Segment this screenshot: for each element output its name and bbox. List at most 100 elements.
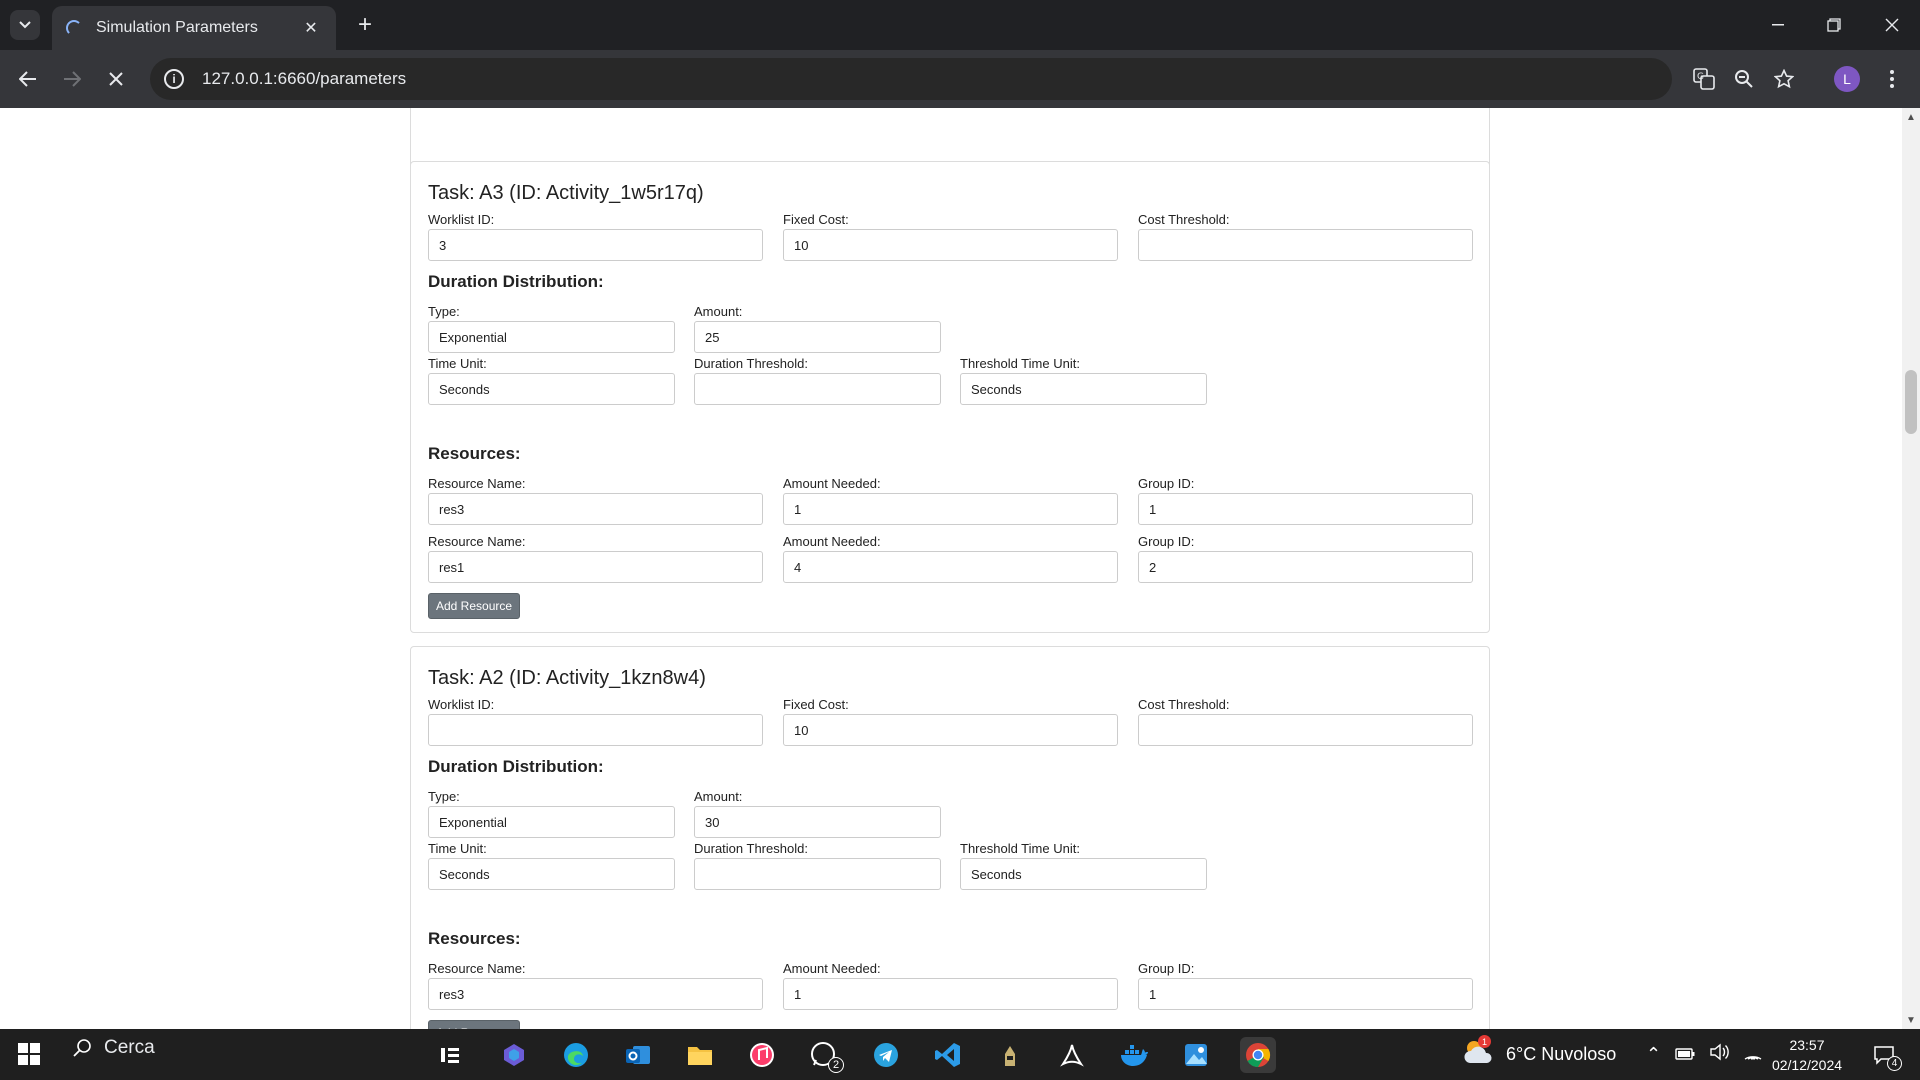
- worklist-label: Worklist ID:: [428, 212, 495, 227]
- itunes-icon[interactable]: [744, 1037, 780, 1073]
- tab-strip: Simulation Parameters ✕ +: [0, 0, 1920, 50]
- restore-icon[interactable]: [1806, 0, 1862, 50]
- clock-date: 02/12/2024: [1771, 1057, 1843, 1073]
- menu-kebab-icon[interactable]: [1876, 63, 1908, 95]
- scroll-up-icon[interactable]: ▲: [1902, 110, 1920, 124]
- bookmark-star-icon[interactable]: [1768, 63, 1800, 95]
- windows-taskbar: Cerca 2 1 6°C Nuvoloso ⌃ 23:57 02/12/202…: [0, 1029, 1920, 1080]
- tab-close-icon[interactable]: ✕: [300, 17, 322, 39]
- add-resource-button[interactable]: Add Resource: [428, 593, 521, 619]
- type-select[interactable]: Exponential: [428, 321, 675, 353]
- telegram-icon[interactable]: [868, 1037, 904, 1073]
- new-tab-icon[interactable]: +: [352, 11, 378, 38]
- task-title: Task: A3 (ID: Activity_1w5r17q): [428, 182, 704, 204]
- amount-input[interactable]: 25: [694, 321, 941, 353]
- address-bar[interactable]: i 127.0.0.1:6660/parameters: [150, 58, 1672, 100]
- scroll-thumb[interactable]: [1905, 370, 1917, 434]
- fixed-cost-input[interactable]: 10: [783, 714, 1118, 746]
- system-clock[interactable]: 23:57 02/12/2024: [1752, 1035, 1862, 1075]
- type-select[interactable]: Exponential: [428, 806, 675, 838]
- time-unit-label: Time Unit:: [428, 356, 487, 371]
- tab-search-button[interactable]: [10, 10, 40, 40]
- duration-threshold-input[interactable]: [694, 373, 941, 405]
- copilot-icon[interactable]: [496, 1037, 532, 1073]
- browser-tab[interactable]: Simulation Parameters ✕: [52, 6, 336, 50]
- minimize-icon[interactable]: [1750, 0, 1806, 50]
- chevron-up-icon[interactable]: ⌃: [1646, 1044, 1661, 1065]
- amount-label: Amount:: [694, 304, 743, 319]
- cost-threshold-label: Cost Threshold:: [1138, 697, 1230, 712]
- taskbar-search[interactable]: Cerca: [72, 1037, 155, 1059]
- resource-name-label: Resource Name:: [428, 534, 526, 549]
- whatsapp-icon[interactable]: 2: [806, 1037, 844, 1073]
- duration-distribution-title: Duration Distribution:: [428, 757, 604, 776]
- loading-spinner-icon: [66, 20, 82, 36]
- fixed-cost-input[interactable]: 10: [783, 229, 1118, 261]
- windows-start-icon[interactable]: [18, 1043, 40, 1065]
- amount-needed-input[interactable]: 1: [783, 493, 1118, 525]
- zoom-icon[interactable]: [1728, 63, 1760, 95]
- cost-threshold-input[interactable]: [1138, 714, 1473, 746]
- group-id-input[interactable]: 1: [1138, 493, 1473, 525]
- forward-icon[interactable]: [56, 63, 88, 95]
- stop-loading-icon[interactable]: [100, 63, 132, 95]
- site-info-icon[interactable]: i: [164, 69, 184, 89]
- file-explorer-icon[interactable]: [682, 1037, 718, 1073]
- search-icon: [73, 1039, 91, 1057]
- duration-threshold-label: Duration Threshold:: [694, 356, 808, 371]
- vscode-icon[interactable]: [930, 1037, 966, 1073]
- notifications-badge: 4: [1887, 1056, 1902, 1071]
- add-resource-button[interactable]: Add Resource: [428, 1020, 521, 1029]
- app-figure-icon[interactable]: [992, 1037, 1028, 1073]
- outlook-icon[interactable]: [620, 1037, 656, 1073]
- window-close-icon[interactable]: [1864, 0, 1920, 50]
- docker-icon[interactable]: [1116, 1037, 1152, 1073]
- amount-input[interactable]: 30: [694, 806, 941, 838]
- task-card-a2: Task: A2 (ID: Activity_1kzn8w4) Worklist…: [410, 646, 1490, 1029]
- duration-threshold-label: Duration Threshold:: [694, 841, 808, 856]
- photos-app-icon[interactable]: [1178, 1037, 1214, 1073]
- page-viewport: Add Resource Task: A3 (ID: Activity_1w5r…: [0, 108, 1902, 1029]
- chrome-icon[interactable]: [1240, 1037, 1276, 1073]
- amount-needed-label: Amount Needed:: [783, 476, 881, 491]
- resource-name-label: Resource Name:: [428, 961, 526, 976]
- amount-needed-input[interactable]: 1: [783, 978, 1118, 1010]
- fixed-cost-label: Fixed Cost:: [783, 697, 849, 712]
- resource-name-input[interactable]: res3: [428, 493, 763, 525]
- translate-icon[interactable]: G: [1688, 63, 1720, 95]
- group-id-input[interactable]: 2: [1138, 551, 1473, 583]
- time-unit-select[interactable]: Seconds: [428, 373, 675, 405]
- group-id-label: Group ID:: [1138, 476, 1195, 491]
- amount-needed-input[interactable]: 4: [783, 551, 1118, 583]
- threshold-time-unit-select[interactable]: Seconds: [960, 858, 1207, 890]
- worklist-input[interactable]: 3: [428, 229, 763, 261]
- task-view-icon[interactable]: [432, 1037, 468, 1073]
- group-id-input[interactable]: 1: [1138, 978, 1473, 1010]
- type-label: Type:: [428, 304, 460, 319]
- vertical-scrollbar[interactable]: ▲ ▼: [1902, 108, 1920, 1029]
- back-icon[interactable]: [12, 63, 44, 95]
- scroll-down-icon[interactable]: ▼: [1902, 1013, 1920, 1027]
- cost-threshold-input[interactable]: [1138, 229, 1473, 261]
- amount-needed-label: Amount Needed:: [783, 534, 881, 549]
- battery-icon[interactable]: [1675, 1044, 1695, 1065]
- resource-name-input[interactable]: res1: [428, 551, 763, 583]
- time-unit-select[interactable]: Seconds: [428, 858, 675, 890]
- browser-toolbar: i 127.0.0.1:6660/parameters G: [0, 50, 1920, 108]
- worklist-input[interactable]: [428, 714, 763, 746]
- fixed-cost-label: Fixed Cost:: [783, 212, 849, 227]
- volume-icon[interactable]: [1709, 1043, 1729, 1066]
- clock-time: 23:57: [1789, 1037, 1825, 1053]
- group-id-label: Group ID:: [1138, 961, 1195, 976]
- time-unit-label: Time Unit:: [428, 841, 487, 856]
- acrobat-icon[interactable]: [1054, 1037, 1090, 1073]
- weather-widget[interactable]: 1 6°C Nuvoloso: [1462, 1029, 1616, 1080]
- threshold-time-unit-select[interactable]: Seconds: [960, 373, 1207, 405]
- edge-icon[interactable]: [558, 1037, 594, 1073]
- duration-threshold-input[interactable]: [694, 858, 941, 890]
- notifications-icon[interactable]: 4: [1866, 1037, 1902, 1073]
- amount-needed-label: Amount Needed:: [783, 961, 881, 976]
- resource-name-input[interactable]: res3: [428, 978, 763, 1010]
- chevron-down-icon: [19, 21, 31, 29]
- profile-avatar[interactable]: L: [1834, 66, 1860, 92]
